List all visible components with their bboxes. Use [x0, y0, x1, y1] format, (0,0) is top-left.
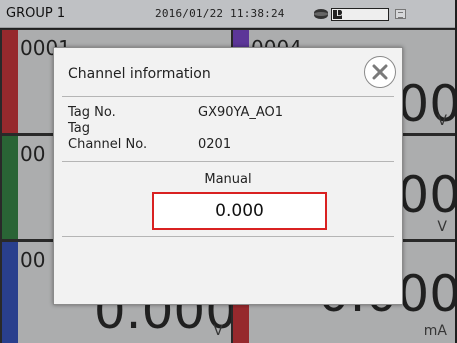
- divider: [62, 236, 394, 237]
- manual-output-label: Manual: [204, 172, 252, 187]
- close-button[interactable]: [364, 56, 396, 88]
- dialog-title: Channel information: [68, 66, 211, 82]
- sd-card-icon: [395, 9, 406, 19]
- status-bar: GROUP 1 2016/01/22 11:38:24 D: [0, 0, 455, 28]
- manual-output-value: 0.000: [215, 201, 264, 221]
- memory-usage-bar: D: [331, 8, 389, 21]
- tag-no-value: GX90YA_AO1: [198, 105, 284, 120]
- memory-label: D: [336, 8, 344, 19]
- manual-output-value-field[interactable]: 0.000: [152, 192, 327, 230]
- tag-label: Tag: [68, 121, 91, 136]
- tag-no-label: Tag No.: [68, 105, 116, 120]
- channel-info-dialog: Channel information Tag No. GX90YA_AO1 T…: [53, 47, 403, 305]
- close-x-icon: [372, 64, 388, 80]
- divider: [62, 96, 394, 97]
- divider: [62, 161, 394, 162]
- channel-no-label: Channel No.: [68, 137, 148, 152]
- datetime-display: 2016/01/22 11:38:24: [155, 7, 285, 20]
- group-label[interactable]: GROUP 1: [6, 6, 65, 21]
- channel-no-value: 0201: [198, 137, 232, 152]
- memory-icon: [314, 9, 330, 19]
